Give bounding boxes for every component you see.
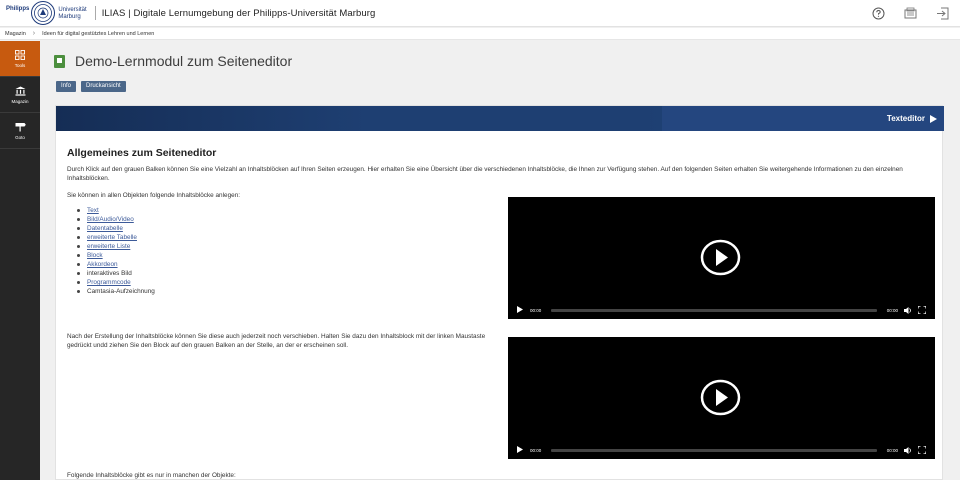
badge-icon[interactable] — [902, 5, 918, 21]
logo-text-right-1: Universität — [58, 6, 87, 13]
info-button[interactable]: Info — [56, 81, 77, 92]
tools-grid-icon — [15, 49, 25, 60]
play-button-icon[interactable] — [700, 379, 741, 416]
list-item-accordion[interactable]: Akkordeon — [77, 260, 155, 269]
page-title: Demo-Lernmodul zum Seiteneditor — [75, 53, 293, 69]
text-editor-label: Texteditor — [886, 114, 925, 123]
list-item-datatable[interactable]: Datentabelle — [77, 224, 155, 233]
university-seal-icon — [31, 1, 56, 25]
breadcrumb: Magazin › Ideen für digital gestütztes L… — [0, 28, 960, 40]
video-player[interactable]: 00:00 00:00 — [508, 337, 935, 459]
play-button-icon[interactable] — [700, 239, 741, 276]
top-header: Philipps Universität Marburg ILIAS | Dig… — [0, 0, 960, 27]
logout-icon[interactable] — [934, 5, 950, 21]
main-content: Demo-Lernmodul zum Seiteneditor Info Dru… — [40, 41, 960, 480]
sidebar-item-tools[interactable]: Tools — [0, 41, 40, 77]
header-divider — [94, 6, 96, 20]
print-view-button[interactable]: Druckansicht — [81, 81, 126, 92]
list-item-advanced-table[interactable]: erweiterte Tabelle — [77, 233, 155, 242]
list-item-interactive-image: interaktives Bild — [77, 269, 155, 278]
breadcrumb-item-ideen[interactable]: Ideen für digital gestütztes Lehren und … — [42, 31, 154, 37]
logo-text-right: Universität Marburg — [58, 7, 86, 21]
video-controls: 00:00 00:00 — [508, 301, 935, 319]
logo-text-right-2: Marburg — [58, 13, 81, 20]
help-icon[interactable] — [870, 5, 886, 21]
progress-bar[interactable] — [551, 448, 877, 452]
main-sidebar: Tools Magazin Goto — [0, 41, 40, 480]
list-item-camtasia: Camtasia-Aufzeichnung — [77, 287, 155, 296]
current-time: 00:00 — [530, 307, 542, 313]
volume-icon[interactable] — [904, 306, 912, 314]
volume-icon[interactable] — [904, 446, 912, 454]
list-item-code[interactable]: Programmcode — [77, 278, 155, 287]
header-icons — [870, 5, 950, 21]
goto-icon — [15, 122, 26, 131]
breadcrumb-item-magazin[interactable]: Magazin — [5, 31, 26, 37]
page-content-card: Texteditor Allgemeines zum Seiteneditor … — [55, 105, 944, 480]
list-item-advanced-list[interactable]: erweiterte Liste — [77, 242, 155, 251]
page-banner: Texteditor — [56, 106, 944, 131]
fullscreen-icon[interactable] — [918, 306, 926, 314]
content-block-list: Text Bild/Audio/Video Datentabelle erwei… — [77, 206, 155, 296]
logo-text-left: Philipps — [6, 6, 30, 12]
repository-icon — [15, 86, 25, 96]
app-title: ILIAS | Digitale Lernumgebung der Philip… — [101, 7, 376, 19]
duration: 00:00 — [886, 307, 898, 313]
duration: 00:00 — [886, 447, 898, 453]
current-time: 00:00 — [530, 447, 542, 453]
video-controls: 00:00 00:00 — [508, 441, 935, 459]
fullscreen-icon[interactable] — [918, 446, 926, 454]
progress-bar[interactable] — [551, 308, 877, 312]
intro-paragraph: Durch Klick auf den grauen Balken können… — [67, 166, 903, 182]
text-editor-toggle[interactable]: Texteditor — [662, 106, 944, 131]
video-player[interactable]: 00:00 00:00 — [508, 197, 935, 319]
sidebar-item-label: Magazin — [11, 98, 29, 104]
action-buttons: Info Druckansicht — [56, 81, 126, 92]
page-header: Demo-Lernmodul zum Seiteneditor — [54, 53, 292, 69]
list-item-media[interactable]: Bild/Audio/Video — [77, 215, 155, 224]
sidebar-item-magazin[interactable]: Magazin — [0, 77, 40, 113]
breadcrumb-chevron-icon: › — [32, 30, 36, 37]
sidebar-item-label: Goto — [15, 134, 25, 140]
object-specific-paragraph: Folgende Inhaltsblöcke gibt es nur in ma… — [67, 472, 236, 479]
play-triangle-icon — [930, 114, 937, 123]
move-blocks-paragraph: Nach der Erstellung der Inhaltsblöcke kö… — [67, 333, 486, 349]
list-item-block[interactable]: Block — [77, 251, 155, 260]
list-intro: Sie können in allen Objekten folgende In… — [67, 192, 241, 199]
section-title: Allgemeines zum Seiteneditor — [67, 147, 217, 159]
list-item-text[interactable]: Text — [77, 206, 155, 215]
play-icon[interactable] — [517, 446, 523, 454]
sidebar-item-goto[interactable]: Goto — [0, 113, 40, 149]
sidebar-item-label: Tools — [14, 62, 26, 68]
play-icon[interactable] — [517, 306, 523, 314]
university-logo[interactable]: Philipps Universität Marburg — [6, 0, 87, 27]
learning-module-icon — [54, 54, 65, 68]
